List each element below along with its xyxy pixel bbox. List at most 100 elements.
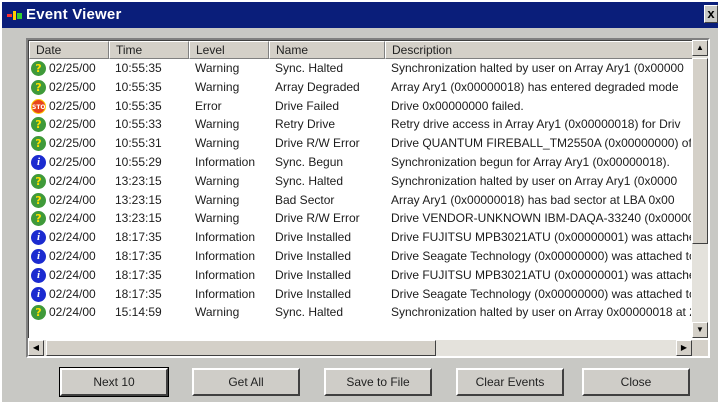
column-header-time[interactable]: Time <box>109 41 189 59</box>
description-cell: Synchronization halted by user on Array … <box>391 173 678 188</box>
window-title: Event Viewer <box>26 6 122 23</box>
warning-icon: ? <box>31 192 46 208</box>
column-header-date[interactable]: Date <box>29 41 109 59</box>
level-cell: Information <box>195 248 256 263</box>
description-cell: Synchronization halted by user on Array … <box>391 305 691 320</box>
error-stop-icon: STOP <box>31 98 46 114</box>
time-cell: 10:55:35 <box>115 61 162 75</box>
level-cell: Warning <box>195 61 240 75</box>
table-row[interactable]: ? 02/24/00 13:23:15 Warning Drive R/W Error D… <box>29 209 692 228</box>
date-cell: 02/25/00 <box>49 79 96 94</box>
vertical-scrollbar[interactable]: ▲ ▼ <box>692 40 708 338</box>
table-row[interactable]: STOP02/25/00 10:55:35 Error Drive Failed Dri… <box>29 97 692 116</box>
name-cell: Sync. Halted <box>275 305 344 320</box>
name-cell: Drive Installed <box>275 248 352 263</box>
event-viewer-window: Event Viewer x Date Time Level Name Desc… <box>2 2 718 402</box>
table-row[interactable]: i 02/24/00 18:17:35 Information Drive Instal… <box>29 285 692 304</box>
info-icon: i <box>31 286 46 302</box>
description-cell: Drive 0x00000000 failed. <box>391 98 524 113</box>
table-row[interactable]: ? 02/25/00 10:55:35 Warning Array Degraded Ar… <box>29 78 692 97</box>
name-cell: Sync. Halted <box>275 61 344 75</box>
table-row[interactable]: ? 02/25/00 10:55:35 Warning Sync. Halted Sync… <box>29 59 692 78</box>
time-cell: 15:14:59 <box>115 305 162 320</box>
warning-icon: ? <box>31 117 46 133</box>
level-cell: Warning <box>195 211 240 226</box>
scroll-left-icon[interactable]: ◀ <box>28 340 44 356</box>
name-cell: Sync. Halted <box>275 173 344 188</box>
description-cell: Drive Seagate Technology (0x00000000) wa… <box>391 286 691 301</box>
info-icon: i <box>31 267 46 283</box>
warning-icon: ? <box>31 211 46 227</box>
table-row[interactable]: ? 02/25/00 10:55:31 Warning Drive R/W Error D… <box>29 134 692 153</box>
table-row[interactable]: i 02/24/00 18:17:35 Information Drive Instal… <box>29 266 692 285</box>
level-cell: Error <box>195 98 222 113</box>
name-cell: Drive Installed <box>275 267 352 282</box>
get-all-button[interactable]: Get All <box>192 368 300 396</box>
next-10-button[interactable]: Next 10 <box>59 367 169 397</box>
date-cell: 02/24/00 <box>49 248 96 263</box>
title-bar[interactable]: Event Viewer x <box>2 2 718 28</box>
name-cell: Drive Failed <box>275 98 340 113</box>
table-row[interactable]: ? 02/25/00 10:55:33 Warning Retry Drive Retry… <box>29 115 692 134</box>
description-cell: Array Ary1 (0x00000018) has bad sector a… <box>391 192 675 207</box>
level-cell: Information <box>195 286 256 301</box>
date-cell: 02/24/00 <box>49 286 96 301</box>
time-cell: 13:23:15 <box>115 192 162 207</box>
name-cell: Array Degraded <box>275 79 360 94</box>
save-to-file-button[interactable]: Save to File <box>324 368 432 396</box>
close-button[interactable]: Close <box>582 368 690 396</box>
vertical-scroll-thumb[interactable] <box>692 58 708 244</box>
date-cell: 02/24/00 <box>49 211 96 226</box>
date-cell: 02/25/00 <box>49 61 96 75</box>
date-cell: 02/25/00 <box>49 136 96 151</box>
warning-icon: ? <box>31 61 46 76</box>
table-row[interactable]: i 02/24/00 18:17:35 Information Drive Instal… <box>29 247 692 266</box>
description-cell: Drive QUANTUM FIREBALL_TM2550A (0x000000… <box>391 136 691 151</box>
date-cell: 02/25/00 <box>49 117 96 132</box>
table-row[interactable]: ? 02/24/00 13:23:15 Warning Sync. Halted Sync… <box>29 172 692 191</box>
warning-icon: ? <box>31 173 46 189</box>
level-cell: Warning <box>195 79 240 94</box>
scroll-right-icon[interactable]: ▶ <box>676 340 692 356</box>
description-cell: Synchronization halted by user on Array … <box>391 61 684 75</box>
date-cell: 02/25/00 <box>49 98 96 113</box>
horizontal-scroll-thumb[interactable] <box>46 340 436 356</box>
time-cell: 10:55:31 <box>115 136 162 151</box>
scroll-down-icon[interactable]: ▼ <box>692 322 708 338</box>
table-row[interactable]: i 02/25/00 10:55:29 Information Sync. Begun S… <box>29 153 692 172</box>
description-cell: Drive FUJITSU MPB3021ATU (0x00000001) wa… <box>391 230 691 245</box>
table-row[interactable]: i 02/24/00 18:17:35 Information Drive Instal… <box>29 228 692 247</box>
list-header: Date Time Level Name Description <box>29 41 692 59</box>
name-cell: Drive Installed <box>275 286 352 301</box>
info-icon: i <box>31 154 46 170</box>
time-cell: 18:17:35 <box>115 286 162 301</box>
clear-events-button[interactable]: Clear Events <box>456 368 564 396</box>
description-cell: Synchronization begun for Array Ary1 (0x… <box>391 154 670 169</box>
close-icon[interactable]: x <box>704 5 718 23</box>
name-cell: Drive R/W Error <box>275 211 360 226</box>
table-row[interactable]: ? 02/24/00 13:23:15 Warning Bad Sector Array … <box>29 191 692 210</box>
name-cell: Drive Installed <box>275 230 352 245</box>
time-cell: 18:17:35 <box>115 230 162 245</box>
level-cell: Information <box>195 230 256 245</box>
level-cell: Information <box>195 267 256 282</box>
table-row[interactable]: ? 02/24/00 15:14:59 Warning Sync. Halted Sync… <box>29 303 692 322</box>
column-header-name[interactable]: Name <box>269 41 385 59</box>
level-cell: Information <box>195 154 256 169</box>
level-cell: Warning <box>195 136 240 151</box>
column-header-level[interactable]: Level <box>189 41 269 59</box>
time-cell: 13:23:15 <box>115 173 162 188</box>
level-cell: Warning <box>195 173 240 188</box>
time-cell: 10:55:35 <box>115 79 162 94</box>
column-header-description[interactable]: Description <box>385 41 692 59</box>
horizontal-scrollbar[interactable]: ◀ ▶ <box>28 340 692 356</box>
level-cell: Warning <box>195 192 240 207</box>
app-icon <box>7 11 22 20</box>
event-rows: ? 02/25/00 10:55:35 Warning Sync. Halted Sync… <box>29 59 692 322</box>
event-list[interactable]: Date Time Level Name Description ? 02/25/… <box>26 38 710 358</box>
scroll-up-icon[interactable]: ▲ <box>692 40 708 56</box>
date-cell: 02/24/00 <box>49 267 96 282</box>
warning-icon: ? <box>31 79 46 95</box>
time-cell: 18:17:35 <box>115 267 162 282</box>
warning-icon: ? <box>31 136 46 152</box>
